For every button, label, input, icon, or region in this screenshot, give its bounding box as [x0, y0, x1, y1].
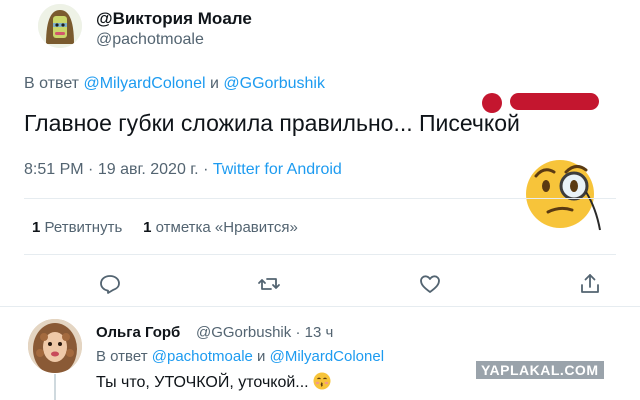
likes-label: отметка «Нравится»	[155, 219, 298, 236]
meta-separator: ·	[88, 161, 94, 178]
share-icon[interactable]	[578, 272, 602, 296]
reply-age[interactable]: 13 ч	[305, 324, 334, 341]
reply-handle[interactable]: @GGorbushik	[196, 324, 291, 341]
divider	[24, 198, 616, 199]
retweets-count: 1	[32, 219, 41, 236]
reply-to-link-1[interactable]: @pachotmoale	[152, 348, 253, 365]
likes-stat[interactable]: 1 отметка «Нравится»	[143, 219, 298, 236]
tweet-text: Главное губки сложила правильно... Писеч…	[24, 110, 520, 136]
reply-joiner: и	[257, 348, 266, 365]
tweet-source[interactable]: Twitter for Android	[213, 161, 342, 178]
reply-handle-line: @GGorbushik · 13 ч	[196, 324, 333, 341]
tweet-stats: 1 Ретвитнуть 1 отметка «Нравится»	[32, 219, 298, 236]
divider	[24, 254, 616, 255]
likes-count: 1	[143, 219, 152, 236]
reply-to-link-2[interactable]: @MilyardColonel	[270, 348, 384, 365]
thread-line	[54, 374, 56, 400]
reply-context: В ответ @pachotmoale и @MilyardColonel	[96, 348, 384, 365]
divider	[0, 306, 640, 307]
tweet-date[interactable]: 19 авг. 2020 г.	[98, 161, 199, 178]
avatar[interactable]	[38, 4, 82, 48]
heart-icon[interactable]	[418, 272, 442, 296]
reply-joiner: и	[209, 75, 219, 92]
reply-prefix: В ответ	[96, 348, 148, 365]
retweets-stat[interactable]: 1 Ретвитнуть	[32, 219, 122, 236]
redaction-mark	[510, 93, 599, 110]
reply-icon[interactable]	[98, 272, 122, 296]
reply-prefix: В ответ	[24, 75, 80, 92]
reply-to-link-2[interactable]: @GGorbushik	[223, 75, 325, 92]
reply-text-line: Ты что, УТОЧКОЙ, уточкой...	[96, 372, 331, 392]
tweet-meta: 8:51 PM · 19 авг. 2020 г. · Twitter for …	[24, 161, 342, 179]
reply-context: В ответ @MilyardColonel и @GGorbushik	[24, 75, 325, 93]
watermark: YAPLAKAL.COM	[476, 361, 604, 379]
meta-separator: ·	[203, 161, 209, 178]
retweets-label: Ретвитнуть	[44, 219, 123, 236]
display-name[interactable]: @Виктория Моале	[96, 9, 252, 29]
reply-to-link-1[interactable]: @MilyardColonel	[83, 75, 205, 92]
avatar[interactable]	[28, 319, 82, 373]
reply-text: Ты что, УТОЧКОЙ, уточкой...	[96, 374, 309, 391]
user-handle[interactable]: @pachotmoale	[96, 31, 204, 49]
retweet-icon[interactable]	[257, 272, 281, 296]
meta-separator: ·	[295, 324, 301, 341]
monocle-face-emoji-icon	[522, 148, 610, 234]
reply-display-name[interactable]: Ольга Горб	[96, 324, 180, 341]
kissing-face-icon	[313, 372, 331, 390]
tweet-time[interactable]: 8:51 PM	[24, 161, 84, 178]
